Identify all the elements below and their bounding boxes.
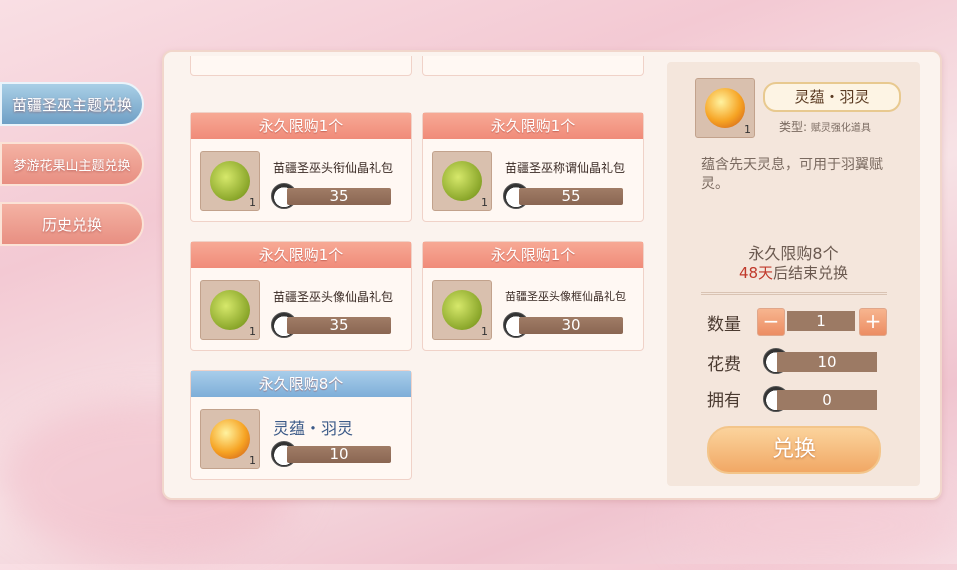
item-qty: 1 (249, 454, 256, 467)
item-icon-box: 1 (200, 409, 260, 469)
divider (701, 294, 887, 295)
cost-label: 花费 (707, 355, 741, 375)
item-price: 30 (519, 317, 623, 334)
type-value: 赋灵强化道具 (810, 123, 871, 134)
item-qty: 1 (481, 196, 488, 209)
detail-limit: 永久限购8个 (748, 244, 839, 263)
item-name: 苗疆圣巫头像框仙晶礼包 (505, 290, 626, 303)
quantity-value: 1 (787, 311, 855, 331)
spirit-orb-icon (210, 419, 250, 459)
end-days: 48天 (738, 264, 774, 282)
item-icon-box: 1 (432, 151, 492, 211)
item-price: 55 (519, 188, 623, 205)
item-qty: 1 (481, 325, 488, 338)
tab-history-exchange[interactable]: 历史兑换 (0, 202, 144, 246)
limit-banner: 永久限购8个 (191, 371, 411, 397)
limit-banner: 永久限购1个 (423, 242, 643, 268)
item-name: 灵蕴・羽灵 (273, 419, 354, 438)
item-card[interactable]: 永久限购1个 1 苗疆圣巫头像仙晶礼包 35 (190, 241, 412, 351)
lucky-bag-icon (210, 290, 250, 330)
detail-title: 灵蕴・羽灵 (763, 82, 901, 112)
item-name: 苗疆圣巫头像仙晶礼包 (273, 290, 394, 304)
own-value: 0 (777, 390, 877, 410)
item-card[interactable]: 永久限购1个 1 苗疆圣巫称谓仙晶礼包 55 (422, 112, 644, 222)
item-icon-box: 1 (200, 280, 260, 340)
lucky-bag-icon (442, 161, 482, 201)
item-qty: 1 (249, 196, 256, 209)
item-card-selected[interactable]: 永久限购8个 1 灵蕴・羽灵 10 (190, 370, 412, 480)
item-card[interactable]: 永久限购1个 1 苗疆圣巫头衔仙晶礼包 35 (190, 112, 412, 222)
limit-banner: 永久限购1个 (423, 113, 643, 139)
detail-item-qty: 1 (744, 123, 751, 136)
quantity-label: 数量 (707, 315, 741, 335)
item-price: 10 (287, 446, 391, 463)
item-card-hidden-1[interactable] (190, 56, 412, 76)
type-label: 类型: (779, 120, 808, 134)
detail-type: 类型: 赋灵强化道具 (779, 118, 871, 135)
detail-end-time: 48天后结束兑换 (667, 262, 920, 283)
lucky-bag-icon (210, 161, 250, 201)
own-label: 拥有 (707, 391, 741, 411)
tab-miaojiang-exchange[interactable]: 苗疆圣巫主题兑换 (0, 82, 144, 126)
quantity-stepper[interactable]: − 1 + (757, 308, 887, 336)
lucky-bag-icon (442, 290, 482, 330)
item-price: 35 (287, 188, 391, 205)
tab-huaguoshan-exchange[interactable]: 梦游花果山主题兑换 (0, 142, 144, 186)
divider (701, 292, 887, 293)
item-name: 苗疆圣巫头衔仙晶礼包 (273, 161, 394, 175)
limit-banner: 永久限购1个 (191, 242, 411, 268)
item-name: 苗疆圣巫称谓仙晶礼包 (505, 161, 626, 175)
item-qty: 1 (249, 325, 256, 338)
detail-item-icon-box: 1 (695, 78, 755, 138)
detail-description: 蕴含先天灵息，可用于羽翼赋灵。 (701, 157, 883, 192)
cost-value: 10 (777, 352, 877, 372)
item-price: 35 (287, 317, 391, 334)
item-icon-box: 1 (432, 280, 492, 340)
plus-button[interactable]: + (859, 308, 887, 336)
exchange-button[interactable]: 兑换 (707, 426, 881, 474)
item-list[interactable]: 永久限购1个 1 苗疆圣巫头衔仙晶礼包 35 永久限购1个 1 苗疆圣巫称谓仙晶… (184, 56, 654, 486)
item-card-hidden-2[interactable] (422, 56, 644, 76)
limit-banner: 永久限购1个 (191, 113, 411, 139)
item-card[interactable]: 永久限购1个 1 苗疆圣巫头像框仙晶礼包 30 (422, 241, 644, 351)
item-icon-box: 1 (200, 151, 260, 211)
spirit-orb-icon (705, 88, 745, 128)
item-detail-panel: 1 灵蕴・羽灵 类型: 赋灵强化道具 蕴含先天灵息，可用于羽翼赋灵。 永久限购8… (667, 62, 920, 486)
end-suffix: 后结束兑换 (773, 264, 849, 282)
minus-button[interactable]: − (757, 308, 785, 336)
